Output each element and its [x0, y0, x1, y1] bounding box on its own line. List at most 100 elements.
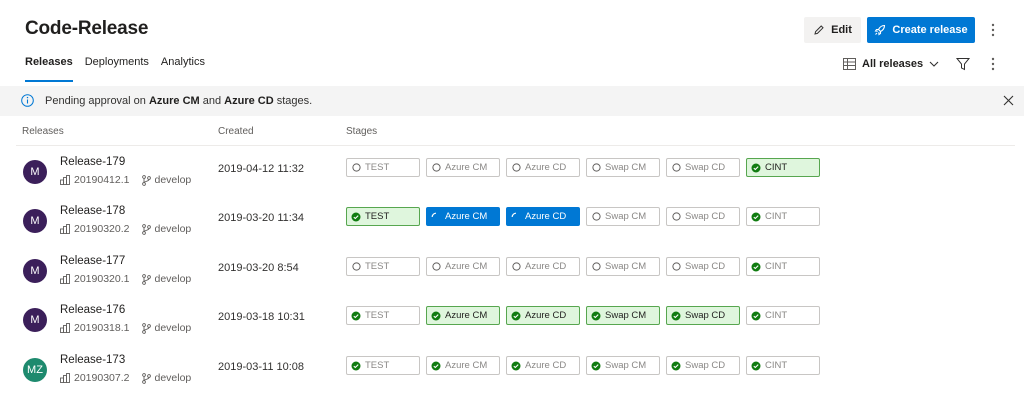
- stage-azure-cd[interactable]: Azure CD: [506, 207, 580, 226]
- branch-info: develop: [142, 174, 191, 186]
- build-icon: [60, 323, 70, 333]
- release-name-link[interactable]: Release-177: [60, 255, 125, 267]
- created-date: 2019-03-11 10:08: [218, 361, 305, 373]
- stage-label: Azure CD: [525, 211, 567, 222]
- filter-funnel-icon[interactable]: [955, 56, 971, 72]
- stage-azure-cm[interactable]: Azure CM: [426, 158, 500, 177]
- circle-icon: [431, 262, 441, 272]
- circle-icon: [591, 212, 601, 222]
- stage-swap-cd[interactable]: Swap CD: [666, 306, 740, 325]
- created-date: 2019-04-12 11:32: [218, 163, 305, 175]
- build-number: 20190320.2: [74, 223, 130, 235]
- stage-swap-cd[interactable]: Swap CD: [666, 158, 740, 177]
- check-circle-icon: [351, 311, 361, 321]
- releases-filter-dropdown[interactable]: All releases: [843, 56, 939, 72]
- branch-name: develop: [154, 273, 192, 285]
- build-info: 20190320.2: [60, 223, 129, 235]
- filter-label: All releases: [862, 58, 924, 70]
- stage-swap-cd[interactable]: Swap CD: [666, 257, 740, 276]
- stage-test[interactable]: TEST: [346, 257, 420, 276]
- stage-label: Swap CM: [605, 261, 647, 272]
- stage-azure-cm[interactable]: Azure CM: [426, 207, 500, 226]
- check-circle-icon: [751, 163, 761, 173]
- stage-azure-cd[interactable]: Azure CD: [506, 356, 580, 375]
- circle-icon: [671, 163, 681, 173]
- chevron-down-icon: [929, 61, 939, 67]
- stage-cint[interactable]: CINT: [746, 158, 820, 177]
- stage-label: Swap CD: [685, 360, 726, 371]
- branch-icon: [142, 273, 152, 285]
- circle-icon: [511, 163, 521, 173]
- release-meta: 20190318.1 develop: [60, 322, 191, 334]
- check-circle-icon: [751, 212, 761, 222]
- release-name-link[interactable]: Release-179: [60, 156, 125, 168]
- more-actions-icon[interactable]: [985, 20, 1001, 40]
- tab-deployments[interactable]: Deployments: [85, 56, 149, 80]
- circle-icon: [431, 163, 441, 173]
- branch-icon: [142, 322, 152, 334]
- avatar: M: [23, 308, 47, 332]
- stage-swap-cm[interactable]: Swap CM: [586, 207, 660, 226]
- circle-icon: [351, 262, 361, 272]
- build-icon: [60, 373, 70, 383]
- stage-swap-cm[interactable]: Swap CM: [586, 257, 660, 276]
- stage-label: CINT: [765, 211, 788, 222]
- check-circle-icon: [511, 361, 521, 371]
- stage-label: CINT: [765, 360, 788, 371]
- column-header-stages: Stages: [346, 126, 378, 137]
- stage-cint[interactable]: CINT: [746, 306, 820, 325]
- table-row[interactable]: MZ Release-173 20190307.2 develop 2019-03…: [16, 345, 1015, 393]
- close-icon[interactable]: [1002, 94, 1015, 107]
- release-name-link[interactable]: Release-178: [60, 205, 125, 217]
- stage-label: CINT: [765, 261, 788, 272]
- stage-azure-cd[interactable]: Azure CD: [506, 306, 580, 325]
- created-date: 2019-03-20 8:54: [218, 262, 299, 274]
- branch-name: develop: [154, 174, 192, 186]
- table-row[interactable]: M Release-178 20190320.2 develop 2019-03-…: [16, 196, 1015, 244]
- stage-cint[interactable]: CINT: [746, 207, 820, 226]
- stage-swap-cd[interactable]: Swap CD: [666, 207, 740, 226]
- stage-cint[interactable]: CINT: [746, 356, 820, 375]
- tab-analytics[interactable]: Analytics: [161, 56, 205, 80]
- banner-message: Pending approval on Azure CM and Azure C…: [45, 95, 313, 107]
- branch-icon: [142, 174, 152, 186]
- stage-label: TEST: [365, 310, 390, 321]
- stage-test[interactable]: TEST: [346, 356, 420, 375]
- create-release-button[interactable]: Create release: [867, 17, 975, 43]
- stage-label: Azure CM: [445, 211, 488, 222]
- edit-button[interactable]: Edit: [804, 17, 861, 43]
- stage-label: Swap CM: [605, 211, 647, 222]
- stage-swap-cd[interactable]: Swap CD: [666, 356, 740, 375]
- stage-test[interactable]: TEST: [346, 306, 420, 325]
- table-row[interactable]: M Release-177 20190320.1 develop 2019-03-…: [16, 246, 1015, 294]
- stage-azure-cm[interactable]: Azure CM: [426, 306, 500, 325]
- stage-label: TEST: [365, 211, 390, 222]
- page-header: Code-Release Edit Create release: [0, 0, 1024, 56]
- check-circle-icon: [671, 311, 681, 321]
- table-row[interactable]: M Release-179 20190412.1 develop 2019-04-…: [16, 147, 1015, 195]
- stage-test[interactable]: TEST: [346, 207, 420, 226]
- stage-test[interactable]: TEST: [346, 158, 420, 177]
- more-options-icon[interactable]: [985, 54, 1001, 74]
- stage-label: Swap CD: [685, 310, 726, 321]
- branch-info: develop: [142, 223, 191, 235]
- table-row[interactable]: M Release-176 20190318.1 develop 2019-03-…: [16, 295, 1015, 343]
- tab-releases[interactable]: Releases: [25, 56, 73, 82]
- stage-swap-cm[interactable]: Swap CM: [586, 158, 660, 177]
- stage-azure-cd[interactable]: Azure CD: [506, 257, 580, 276]
- release-name-link[interactable]: Release-176: [60, 304, 125, 316]
- stage-cint[interactable]: CINT: [746, 257, 820, 276]
- release-meta: 20190412.1 develop: [60, 174, 191, 186]
- stage-swap-cm[interactable]: Swap CM: [586, 306, 660, 325]
- pending-approval-banner: Pending approval on Azure CM and Azure C…: [0, 86, 1024, 116]
- stage-azure-cd[interactable]: Azure CD: [506, 158, 580, 177]
- stage-label: Azure CD: [525, 310, 567, 321]
- build-number: 20190320.1: [74, 273, 130, 285]
- build-number: 20190318.1: [74, 322, 130, 334]
- check-circle-icon: [671, 361, 681, 371]
- stage-azure-cm[interactable]: Azure CM: [426, 356, 500, 375]
- stage-azure-cm[interactable]: Azure CM: [426, 257, 500, 276]
- release-name-link[interactable]: Release-173: [60, 354, 125, 366]
- check-circle-icon: [431, 361, 441, 371]
- stage-swap-cm[interactable]: Swap CM: [586, 356, 660, 375]
